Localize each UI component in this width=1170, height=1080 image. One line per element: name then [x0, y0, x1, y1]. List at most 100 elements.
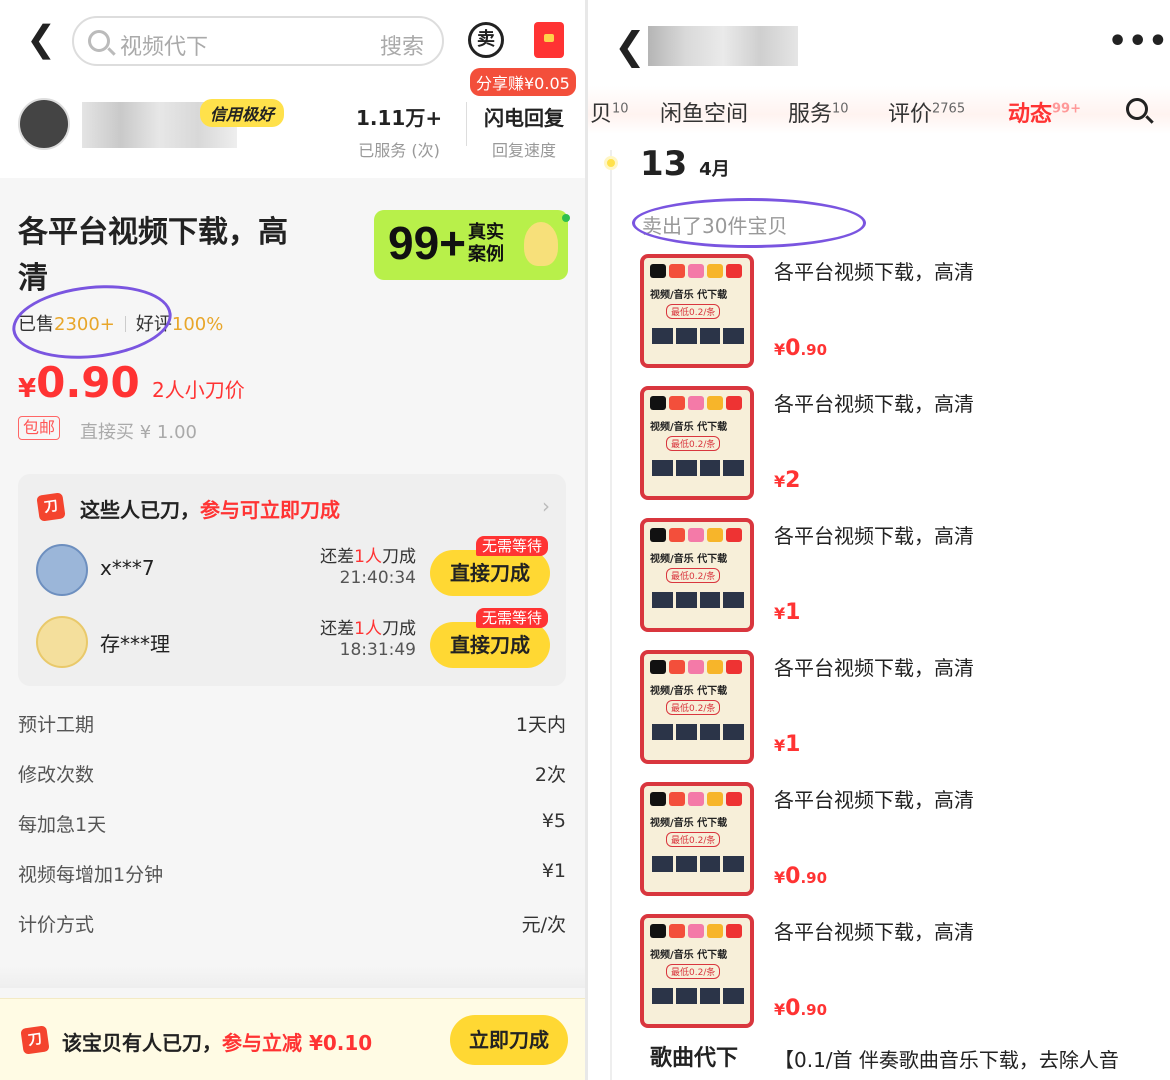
product-title: 各平台视频下载，高清 [18, 215, 288, 296]
last-item-title[interactable]: 【0.1/首 伴奏歌曲音乐下载，去除人音 [774, 1044, 1119, 1073]
spec-key: 每加急1天 [18, 814, 107, 836]
mascot-icon [524, 222, 558, 266]
spec-key: 计价方式 [18, 914, 95, 936]
last-item-thumb-title[interactable]: 歌曲代下 [650, 1040, 738, 1072]
item-title: 各平台视频下载，高清 [774, 920, 974, 944]
tab-label: 闲鱼空间 [660, 102, 749, 127]
spec-row: 计价方式 元/次 [18, 898, 566, 948]
online-dot-icon [562, 214, 570, 222]
list-item[interactable]: 视频/音乐 代下载 最低0.2/条 各平台视频下载，高清 ¥0.90 [640, 782, 1160, 906]
stat-value: 闪电回复 [484, 106, 564, 130]
item-price: ¥0.90 [774, 336, 828, 361]
price-int: 0 [785, 864, 801, 889]
seller-avatar[interactable] [18, 98, 70, 150]
list-item[interactable]: 视频/音乐 代下载 最低0.2/条 各平台视频下载，高清 ¥2 [640, 386, 1160, 510]
bargain-card: 刀 这些人已刀，参与可立即刀成 › x***7 还差1人刀成 21:40:34 … [18, 474, 566, 686]
spec-value: 2次 [534, 764, 566, 786]
item-price: ¥0.90 [774, 996, 828, 1021]
shop-activity-panel: ❮ ••• 贝10 闲鱼空间 服务10 评价2765 动态99+ 13 4月 卖… [588, 0, 1170, 1080]
list-item[interactable]: 视频/音乐 代下载 最低0.2/条 各平台视频下载，高清 ¥0.90 [640, 914, 1160, 1038]
bargain-icon: 刀 [36, 492, 66, 522]
list-item[interactable]: 视频/音乐 代下载 最低0.2/条 各平台视频下载，高清 ¥1 [640, 650, 1160, 774]
stat-value: 1.11万+ [356, 106, 443, 130]
thumb-price-text: 最低0.2/条 [666, 304, 721, 319]
case-count: 99+ [388, 217, 467, 269]
tab-reviews[interactable]: 评价2765 [888, 96, 965, 128]
cut-now-button[interactable]: 立即刀成 [450, 1015, 568, 1065]
annotation-circle [632, 198, 866, 248]
list-item[interactable]: 视频/音乐 代下载 最低0.2/条 各平台视频下载，高清 ¥1 [640, 518, 1160, 642]
spec-key: 预计工期 [18, 714, 95, 736]
item-price: ¥2 [774, 468, 801, 493]
tab-label: 动态 [1008, 102, 1053, 127]
stat-label: 回复速度 [491, 141, 556, 160]
item-title: 各平台视频下载，高清 [774, 524, 974, 548]
product-thumbnail: 视频/音乐 代下载 最低0.2/条 [640, 518, 754, 632]
bottom-text: 该宝贝有人已刀， [62, 1031, 222, 1055]
product-thumbnail: 视频/音乐 代下载 最低0.2/条 [640, 386, 754, 500]
price-dec: .90 [800, 869, 828, 887]
search-placeholder: 视频代下 [120, 35, 209, 60]
search-button[interactable]: 搜索 [380, 29, 424, 61]
thumb-text: 视频/音乐 代下载 [650, 422, 728, 433]
tab-space[interactable]: 闲鱼空间 [660, 96, 748, 128]
spec-row: 预计工期 1天内 [18, 698, 566, 748]
remaining-needed: 还差1人刀成 [320, 614, 416, 639]
price-dec: .90 [800, 1001, 828, 1019]
thumb-text: 视频/音乐 代下载 [650, 950, 728, 961]
timeline-dot-icon [604, 156, 618, 170]
product-price: ¥0.90 [18, 358, 140, 407]
spec-row: 每加急1天 ¥5 [18, 798, 566, 848]
remaining-needed: 还差1人刀成 [320, 542, 416, 567]
need-suffix: 刀成 [382, 547, 416, 567]
bargain-row: 存***理 还差1人刀成 18:31:49 直接刀成 无需等待 [18, 608, 566, 678]
list-item[interactable]: 视频/音乐 代下载 最低0.2/条 各平台视频下载，高清 ¥0.90 [640, 254, 1160, 378]
spec-key: 修改次数 [18, 764, 95, 786]
price-dec: .90 [800, 341, 828, 359]
real-cases-banner[interactable]: 99+ 真实案例 [374, 210, 570, 280]
top-section: ❮ 视频代下 搜索 卖 分享赚¥0.05 信用极好 1.11万+ 已服务 (次)… [0, 0, 585, 178]
thumb-price-text: 最低0.2/条 [666, 964, 721, 979]
price-value: 0.90 [36, 358, 140, 407]
thumb-price-text: 最低0.2/条 [666, 700, 721, 715]
bottom-bargain-bar: 刀 该宝贝有人已刀，参与立减 ¥0.10 立即刀成 [0, 998, 585, 1080]
divider [0, 966, 585, 988]
item-price: ¥0.90 [774, 864, 828, 889]
item-price: ¥1 [774, 600, 801, 625]
back-icon[interactable]: ❮ [614, 24, 646, 68]
thumb-price-text: 最低0.2/条 [666, 436, 721, 451]
price-int: 1 [785, 600, 801, 625]
back-icon[interactable]: ❮ [26, 22, 56, 58]
chevron-right-icon[interactable]: › [542, 494, 550, 518]
tab-items[interactable]: 贝10 [590, 96, 629, 128]
tab-count: 10 [612, 101, 629, 117]
direct-cut-button[interactable]: 直接刀成 [430, 550, 550, 596]
more-icon[interactable]: ••• [1108, 24, 1169, 59]
red-packet-icon[interactable] [534, 22, 564, 58]
search-icon[interactable] [1126, 98, 1148, 120]
need-prefix: 还差 [320, 619, 355, 639]
reply-speed-stat: 闪电回复 回复速度 [484, 102, 564, 161]
spec-row: 视频每增加1分钟 ¥1 [18, 848, 566, 898]
spec-value: 1天内 [515, 714, 566, 736]
bargain-icon: 刀 [20, 1025, 50, 1055]
bargain-heading[interactable]: 这些人已刀，参与可立即刀成 [80, 494, 340, 523]
direct-buy-price: 直接买 ¥ 1.00 [80, 422, 197, 443]
thumb-price-text: 最低0.2/条 [666, 568, 721, 583]
tab-activity[interactable]: 动态99+ [1008, 96, 1081, 128]
price-note: 2人小刀价 [152, 378, 245, 402]
search-input[interactable]: 视频代下 搜索 [72, 16, 444, 66]
need-prefix: 还差 [320, 547, 355, 567]
countdown: 21:40:34 [339, 568, 416, 588]
thumb-text: 视频/音乐 代下载 [650, 554, 728, 565]
spec-row: 修改次数 2次 [18, 748, 566, 798]
sell-icon[interactable]: 卖 [468, 22, 504, 58]
tab-label: 贝 [590, 102, 613, 127]
free-shipping-badge: 包邮 [18, 416, 61, 440]
heading-text: 这些人已刀， [80, 498, 200, 522]
share-earn-badge[interactable]: 分享赚¥0.05 [470, 68, 576, 96]
direct-cut-button[interactable]: 直接刀成 [430, 622, 550, 668]
tab-services[interactable]: 服务10 [788, 96, 849, 128]
search-icon [88, 30, 110, 52]
date-day: 13 [640, 144, 688, 184]
